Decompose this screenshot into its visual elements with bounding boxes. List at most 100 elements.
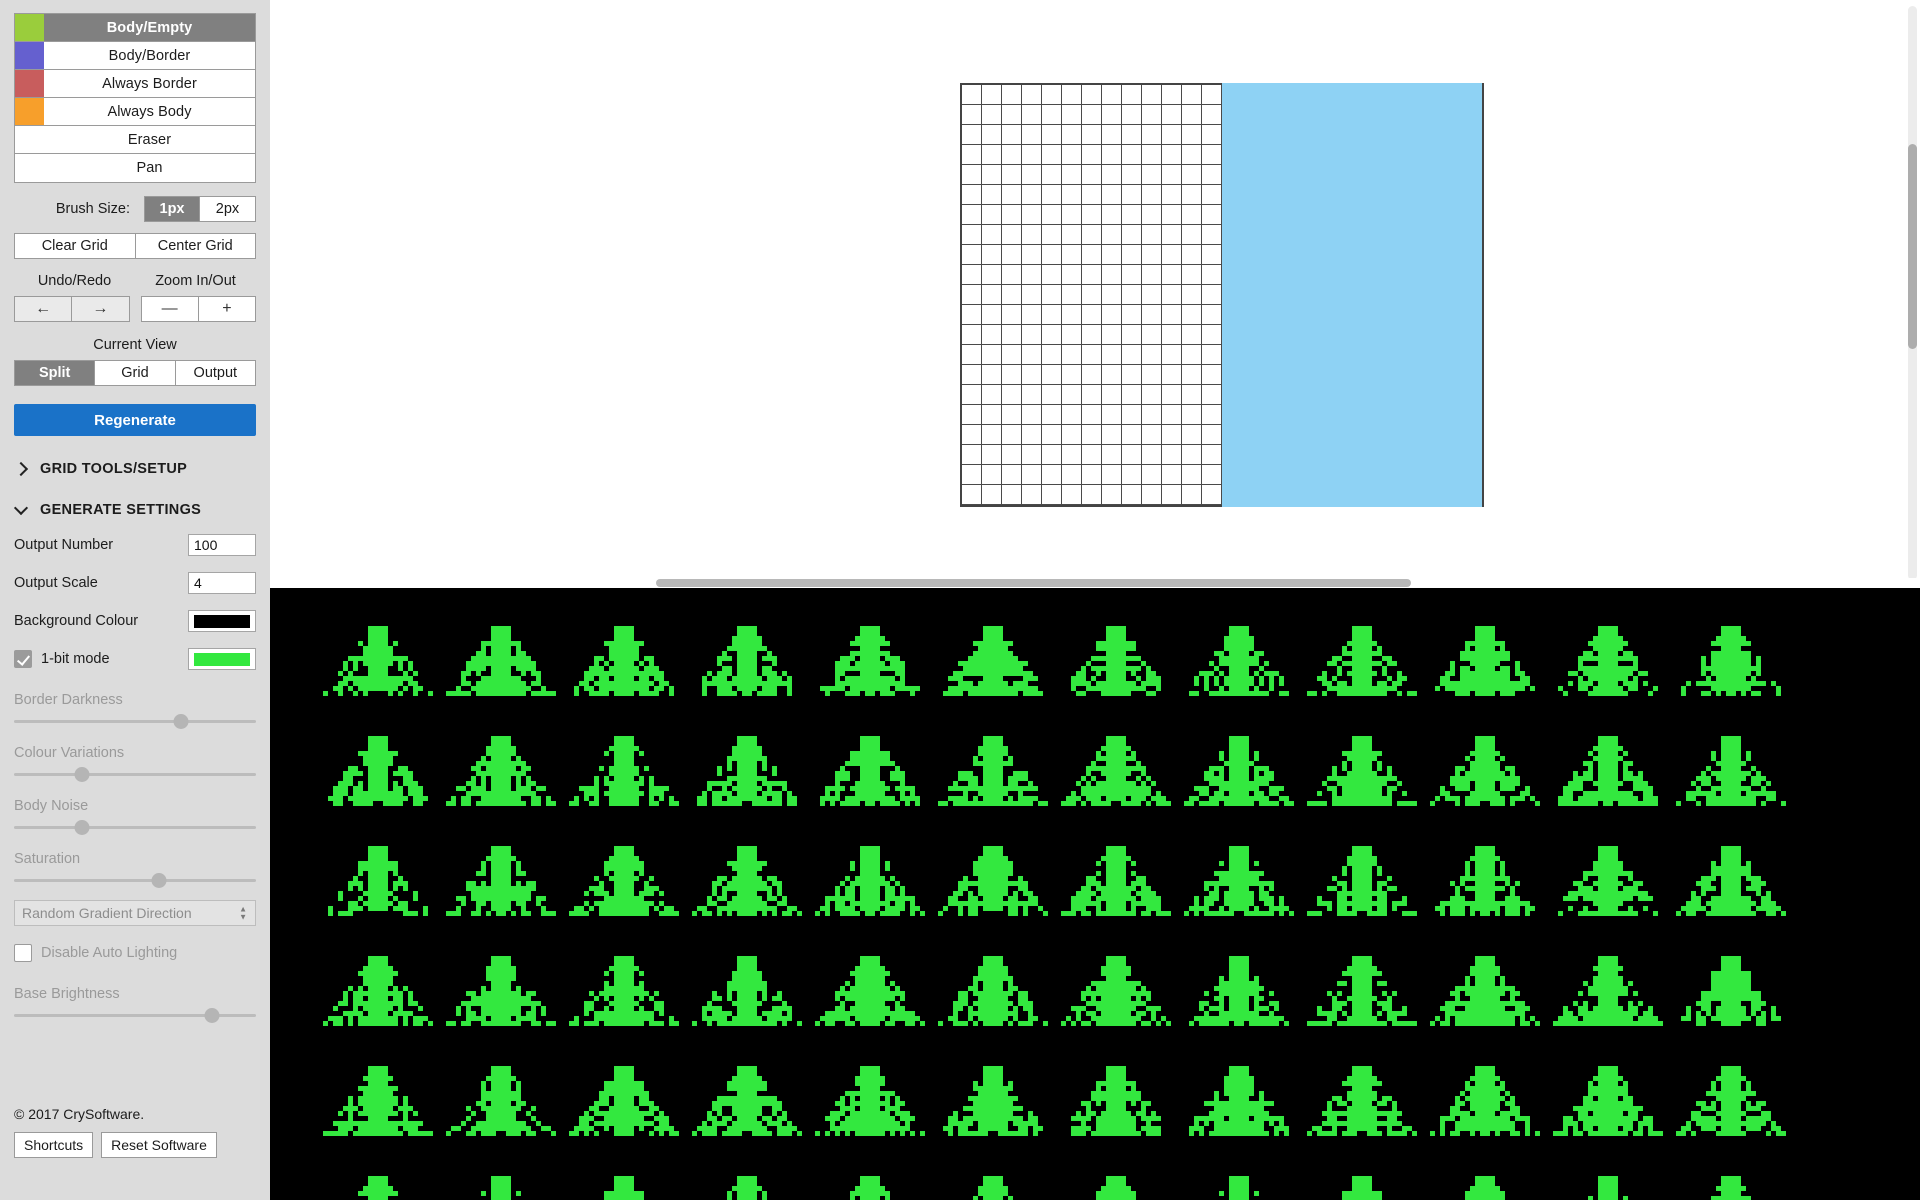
grid-cell[interactable] <box>1082 325 1102 345</box>
grid-cell[interactable] <box>1042 245 1062 265</box>
grid-cell[interactable] <box>1142 145 1162 165</box>
grid-cell[interactable] <box>962 185 982 205</box>
grid-cell[interactable] <box>1202 385 1222 405</box>
slider-border-darkness[interactable]: Border Darkness <box>14 692 256 729</box>
tool-item-body-empty[interactable]: Body/Empty <box>15 14 255 42</box>
grid-cell[interactable] <box>1102 85 1122 105</box>
grid-cell[interactable] <box>962 125 982 145</box>
sprite-item[interactable] <box>1177 606 1300 716</box>
sprite-item[interactable] <box>1054 1156 1177 1200</box>
sprite-item[interactable] <box>1300 1046 1423 1156</box>
grid-cell[interactable] <box>1202 425 1222 445</box>
grid-cell[interactable] <box>1182 485 1202 505</box>
sprite-item[interactable] <box>1669 716 1792 826</box>
grid-cell[interactable] <box>982 425 1002 445</box>
grid-cell[interactable] <box>1102 305 1122 325</box>
section-generate-settings[interactable]: GENERATE SETTINGS <box>14 502 256 518</box>
grid-cell[interactable] <box>982 105 1002 125</box>
grid-cell[interactable] <box>1162 485 1182 505</box>
grid-cell[interactable] <box>1102 205 1122 225</box>
slider-track[interactable] <box>14 767 256 782</box>
grid-cell[interactable] <box>1102 345 1122 365</box>
grid-cell[interactable] <box>1202 145 1222 165</box>
grid-cell[interactable] <box>1022 245 1042 265</box>
grid-cell[interactable] <box>962 425 982 445</box>
reset-software-button[interactable]: Reset Software <box>101 1132 217 1158</box>
grid-cell[interactable] <box>1062 245 1082 265</box>
sprite-item[interactable] <box>931 716 1054 826</box>
sprite-item[interactable] <box>685 716 808 826</box>
sprite-item[interactable] <box>685 936 808 1046</box>
output-scale-input[interactable] <box>188 572 256 594</box>
sprite-item[interactable] <box>562 826 685 936</box>
grid-cell[interactable] <box>1182 325 1202 345</box>
slider-knob[interactable] <box>74 820 90 835</box>
grid-cell[interactable] <box>1182 385 1202 405</box>
tool-item-always-border[interactable]: Always Border <box>15 70 255 98</box>
grid-cell[interactable] <box>1142 185 1162 205</box>
sprite-item[interactable] <box>1669 826 1792 936</box>
grid-cell[interactable] <box>1122 205 1142 225</box>
sprite-item[interactable] <box>931 1046 1054 1156</box>
grid-cell[interactable] <box>1162 345 1182 365</box>
grid-cell[interactable] <box>1182 205 1202 225</box>
vertical-scrollbar[interactable] <box>1908 6 1917 580</box>
grid-cell[interactable] <box>1182 185 1202 205</box>
grid-cell[interactable] <box>1002 225 1022 245</box>
sprite-item[interactable] <box>1177 936 1300 1046</box>
grid-cell[interactable] <box>1082 165 1102 185</box>
grid-cell[interactable] <box>1202 365 1222 385</box>
grid-cell[interactable] <box>1062 405 1082 425</box>
scrollbar-thumb[interactable] <box>656 579 1411 587</box>
grid-cell[interactable] <box>1022 425 1042 445</box>
grid-cell[interactable] <box>1182 145 1202 165</box>
sprite-item[interactable] <box>1177 826 1300 936</box>
grid-cell[interactable] <box>962 485 982 505</box>
grid-cell[interactable] <box>1102 285 1122 305</box>
grid-cell[interactable] <box>1182 425 1202 445</box>
grid-cell[interactable] <box>1182 285 1202 305</box>
grid-cell[interactable] <box>1042 265 1062 285</box>
sprite-item[interactable] <box>685 826 808 936</box>
brush-option-2px[interactable]: 2px <box>200 197 255 221</box>
grid-cell[interactable] <box>962 265 982 285</box>
grid-cell[interactable] <box>1142 105 1162 125</box>
one-bit-mode-checkbox[interactable]: 1-bit mode <box>14 650 110 668</box>
sprite-item[interactable] <box>1546 716 1669 826</box>
zoom-group[interactable]: — + <box>140 296 256 322</box>
grid-cell[interactable] <box>1022 465 1042 485</box>
grid-cell[interactable] <box>1202 105 1222 125</box>
grid-cell[interactable] <box>1002 265 1022 285</box>
sprite-item[interactable] <box>1300 826 1423 936</box>
grid-cell[interactable] <box>1202 445 1222 465</box>
grid-cell[interactable] <box>962 325 982 345</box>
grid-cell[interactable] <box>1002 365 1022 385</box>
grid-cell[interactable] <box>1162 85 1182 105</box>
grid-cell[interactable] <box>1122 305 1142 325</box>
grid-cell[interactable] <box>962 285 982 305</box>
grid-cell[interactable] <box>1082 185 1102 205</box>
grid-cell[interactable] <box>1202 85 1222 105</box>
sprite-item[interactable] <box>1300 936 1423 1046</box>
grid-cell[interactable] <box>1022 305 1042 325</box>
grid-cell[interactable] <box>1182 245 1202 265</box>
grid-cell[interactable] <box>1002 205 1022 225</box>
grid-cell[interactable] <box>1082 425 1102 445</box>
sprite-item[interactable] <box>1546 826 1669 936</box>
grid-cell[interactable] <box>1122 385 1142 405</box>
grid-cell[interactable] <box>1042 85 1062 105</box>
grid-cell[interactable] <box>1002 325 1022 345</box>
grid-cell[interactable] <box>1182 345 1202 365</box>
grid-cell[interactable] <box>982 445 1002 465</box>
base-brightness-slider[interactable]: Base Brightness <box>14 986 256 1023</box>
grid-cell[interactable] <box>1122 85 1142 105</box>
grid-cell[interactable] <box>1002 345 1022 365</box>
sprite-item[interactable] <box>439 606 562 716</box>
tool-item-pan[interactable]: Pan <box>15 154 255 182</box>
grid-cell[interactable] <box>1042 405 1062 425</box>
grid-cell[interactable] <box>1122 425 1142 445</box>
section-grid-tools-setup[interactable]: GRID TOOLS/SETUP <box>14 461 256 477</box>
grid-cell[interactable] <box>1062 345 1082 365</box>
sprite-item[interactable] <box>1669 1156 1792 1200</box>
grid-cell[interactable] <box>982 385 1002 405</box>
